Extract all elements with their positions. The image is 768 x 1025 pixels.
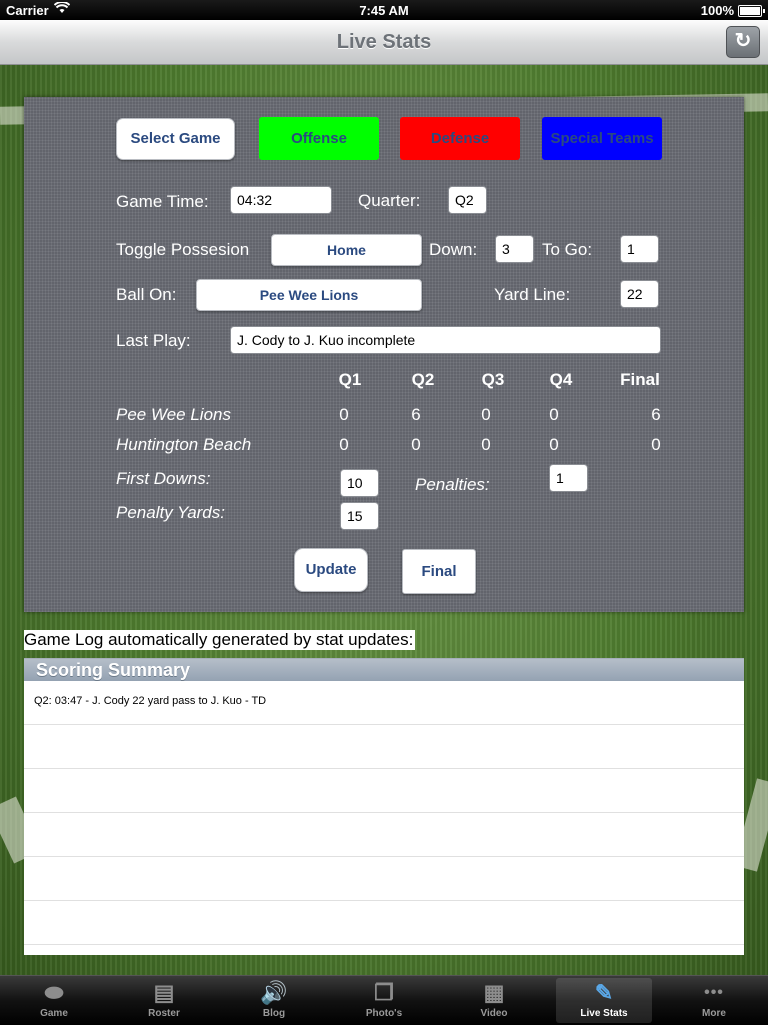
last-play-label: Last Play: <box>116 331 191 350</box>
penalties-field[interactable]: 1 <box>549 464 588 492</box>
refresh-icon: ↻ <box>734 30 752 52</box>
penalty-yards-label: Penalty Yards: <box>116 503 225 522</box>
ball-on-label: Ball On: <box>116 285 177 304</box>
final-button[interactable]: Final <box>402 549 476 594</box>
table-row[interactable] <box>24 901 744 945</box>
to-go-field[interactable]: 1 <box>620 235 659 263</box>
away-score-final: 0 <box>651 435 661 454</box>
tab-label: Blog <box>262 1008 286 1019</box>
first-downs-label: First Downs: <box>116 469 211 488</box>
down-field[interactable]: 3 <box>495 235 534 263</box>
speaker-icon: 🔊 <box>260 980 288 1005</box>
navigation-bar: Live Stats ↻ <box>0 20 768 65</box>
table-row[interactable] <box>24 769 744 813</box>
ball-on-button[interactable]: Pee Wee Lions <box>196 279 422 311</box>
home-score-q4: 0 <box>549 405 559 424</box>
battery-icon <box>738 5 765 17</box>
away-score-q4: 0 <box>549 435 559 454</box>
team-name-away: Huntington Beach <box>116 435 252 454</box>
home-score-final: 6 <box>651 405 661 424</box>
game-log-caption: Game Log automatically generated by stat… <box>24 630 416 650</box>
tab-photos[interactable]: ❐ Photo's <box>336 978 432 1023</box>
home-score-q1: 0 <box>339 405 349 424</box>
yard-line-field[interactable]: 22 <box>620 280 659 308</box>
toggle-possession-label: Toggle Possesion <box>116 240 250 259</box>
yard-line-label: Yard Line: <box>494 285 571 304</box>
film-icon: ▦ <box>483 980 505 1005</box>
tab-label: Roster <box>148 1008 180 1019</box>
tab-roster[interactable]: ▤ Roster <box>116 978 212 1023</box>
score-header-q1: Q1 <box>338 370 362 389</box>
quarter-label: Quarter: <box>358 191 421 210</box>
possession-toggle-button[interactable]: Home <box>271 234 422 266</box>
update-button[interactable]: Update <box>294 548 368 592</box>
tab-more[interactable]: ••• More <box>666 978 762 1023</box>
scoring-summary-table: Scoring Summary Q2: 03:47 - J. Cody 22 y… <box>24 658 744 955</box>
more-icon: ••• <box>704 984 724 1001</box>
defense-button[interactable]: Defense <box>400 117 520 160</box>
tab-label: Video <box>480 1008 508 1019</box>
table-row[interactable] <box>24 813 744 857</box>
table-row[interactable] <box>24 857 744 901</box>
scoring-summary-header: Scoring Summary <box>24 658 744 681</box>
tab-bar: ⬬ Game ▤ Roster 🔊 Blog ❐ Photo's ▦ Video… <box>0 975 768 1025</box>
down-label: Down: <box>429 240 478 259</box>
away-score-q3: 0 <box>481 435 491 454</box>
document-icon: ▤ <box>153 980 175 1005</box>
game-time-field[interactable]: 04:32 <box>230 186 332 214</box>
live-stats-panel: Select Game Offense Defense Special Team… <box>24 97 744 612</box>
edit-icon: ✎ <box>594 980 614 1005</box>
tab-game[interactable]: ⬬ Game <box>6 978 102 1023</box>
first-downs-field[interactable]: 10 <box>340 469 379 497</box>
to-go-label: To Go: <box>542 240 593 259</box>
penalties-label: Penalties: <box>415 475 490 494</box>
battery-percent: 100% <box>700 3 734 18</box>
status-bar: Carrier 7:45 AM 100% <box>0 0 768 20</box>
tab-live-stats[interactable]: ✎ Live Stats <box>556 978 652 1023</box>
away-score-q1: 0 <box>339 435 349 454</box>
offense-button[interactable]: Offense <box>259 117 379 160</box>
score-header-q2: Q2 <box>411 370 435 389</box>
clock: 7:45 AM <box>359 3 409 18</box>
special-teams-button[interactable]: Special Teams <box>542 117 662 160</box>
tab-label: More <box>702 1008 726 1019</box>
score-header-final: Final <box>620 370 660 389</box>
penalty-yards-field[interactable]: 15 <box>340 502 379 530</box>
tab-label: Photo's <box>365 1008 403 1019</box>
refresh-button[interactable]: ↻ <box>726 26 760 58</box>
tab-label: Game <box>40 1008 68 1019</box>
home-score-q2: 6 <box>411 405 421 424</box>
team-name-home: Pee Wee Lions <box>116 405 231 424</box>
photos-icon: ❐ <box>374 980 394 1005</box>
football-icon: ⬬ <box>44 980 64 1005</box>
score-header-q3: Q3 <box>481 370 505 389</box>
quarter-field[interactable]: Q2 <box>448 186 487 214</box>
tab-video[interactable]: ▦ Video <box>446 978 542 1023</box>
tab-blog[interactable]: 🔊 Blog <box>226 978 322 1023</box>
page-title: Live Stats <box>336 31 432 53</box>
table-row[interactable]: Q2: 03:47 - J. Cody 22 yard pass to J. K… <box>24 681 744 725</box>
table-row[interactable] <box>24 725 744 769</box>
last-play-field[interactable]: J. Cody to J. Kuo incomplete <box>230 326 661 354</box>
tab-label: Live Stats <box>580 1008 628 1019</box>
away-score-q2: 0 <box>411 435 421 454</box>
score-header-q4: Q4 <box>549 370 573 389</box>
game-time-label: Game Time: <box>116 192 209 211</box>
home-score-q3: 0 <box>481 405 491 424</box>
select-game-button[interactable]: Select Game <box>116 118 235 160</box>
